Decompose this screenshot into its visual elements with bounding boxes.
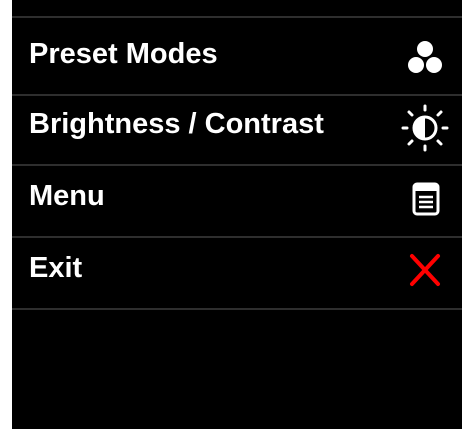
menu-icon — [392, 166, 462, 238]
menu-item-label: Exit — [29, 252, 83, 284]
divider — [12, 308, 462, 310]
osd-menu-panel: Preset Modes Brightness / Contrast Menu … — [12, 0, 462, 429]
menu-item-brightness-contrast[interactable]: Brightness / Contrast — [12, 90, 462, 162]
menu-item-preset-modes[interactable]: Preset Modes — [12, 22, 462, 94]
menu-item-label: Brightness / Contrast — [29, 108, 324, 140]
menu-item-exit[interactable]: Exit — [12, 238, 462, 310]
close-icon — [392, 238, 462, 310]
menu-item-label: Menu — [29, 180, 105, 212]
divider — [12, 16, 462, 18]
brightness-contrast-icon — [392, 90, 462, 162]
menu-item-label: Preset Modes — [29, 38, 218, 70]
preset-modes-icon — [392, 22, 462, 94]
menu-item-menu[interactable]: Menu — [12, 166, 462, 238]
